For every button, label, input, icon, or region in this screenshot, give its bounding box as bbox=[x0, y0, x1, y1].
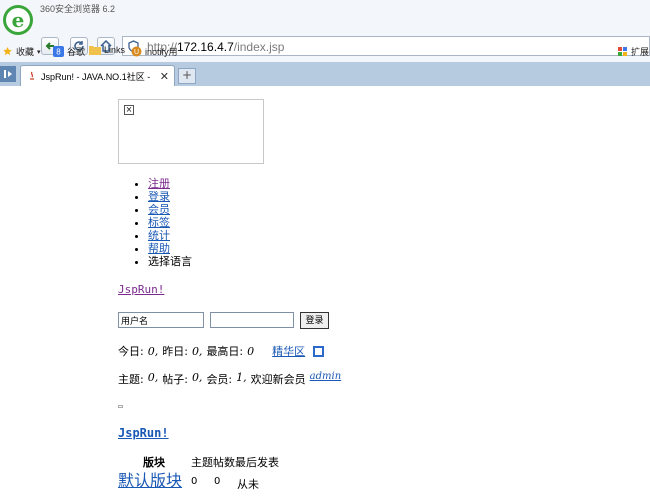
new-member-link[interactable]: admin bbox=[310, 371, 341, 387]
bookmark-favorites[interactable]: 收藏 ▾ bbox=[2, 45, 41, 58]
column-stats: 主题帖数最后发表 bbox=[191, 456, 279, 469]
brand-link[interactable]: JspRun! bbox=[118, 283, 164, 296]
login-submit-button[interactable]: 登录 bbox=[300, 312, 329, 329]
menu-item-tags: 标签 bbox=[148, 216, 192, 229]
app-title: 360安全浏览器 6.2 bbox=[40, 4, 116, 14]
max-day-value: 0 bbox=[247, 344, 255, 358]
page-content: × 注册 登录 会员 标签 统计 帮助 选择语言 JspRun! 登录 今日: … bbox=[0, 87, 650, 500]
bookmark-icon: U bbox=[131, 46, 142, 57]
menu-item-help: 帮助 bbox=[148, 242, 192, 255]
title-bar: e 360安全浏览器 6.2 bbox=[0, 0, 650, 35]
yesterday-value: 0, bbox=[191, 344, 203, 358]
bookmark-label: inotify用 bbox=[145, 47, 178, 57]
bookmark-label: 谷歌 bbox=[67, 47, 86, 57]
tab-title: JspRun! - JAVA.NO.1社区 - bbox=[41, 71, 151, 82]
posts-label: 帖子: bbox=[162, 373, 188, 386]
members-label: 会员: bbox=[206, 373, 233, 386]
tab-active[interactable]: JspRun! - JAVA.NO.1社区 - ✕ bbox=[20, 65, 175, 86]
members-value: 1, bbox=[236, 371, 247, 384]
bookmark-links[interactable]: Links bbox=[89, 45, 125, 55]
forum-topics-count: 0 bbox=[191, 476, 198, 487]
forum-stats: 主题: 0, 帖子: 0, 会员: 1, 欢迎新会员 admin bbox=[118, 371, 341, 387]
bookmark-label: 收藏 bbox=[16, 47, 35, 57]
menu-item-register: 注册 bbox=[148, 177, 192, 190]
posts-value: 0, bbox=[191, 371, 203, 384]
top-menu: 注册 登录 会员 标签 统计 帮助 选择语言 bbox=[130, 177, 192, 268]
menu-item-members: 会员 bbox=[148, 203, 192, 216]
forum-posts-count: 0 bbox=[214, 476, 221, 487]
small-broken-image bbox=[118, 405, 123, 408]
max-day-label: 最高日: bbox=[206, 345, 244, 358]
topics-label: 主题: bbox=[118, 373, 144, 386]
svg-text:U: U bbox=[134, 49, 139, 56]
bookmark-google[interactable]: 8 谷歌 bbox=[53, 45, 85, 58]
menu-item-language: 选择语言 bbox=[148, 255, 192, 268]
new-tab-button[interactable]: + bbox=[178, 68, 196, 84]
star-icon bbox=[3, 47, 12, 56]
password-input[interactable] bbox=[210, 312, 294, 328]
java-favicon-icon bbox=[30, 71, 34, 80]
forum-row: 默认版块 0 0 从未 bbox=[118, 467, 259, 491]
tags-link[interactable]: 标签 bbox=[148, 216, 170, 229]
brand-heading-link[interactable]: JspRun! bbox=[118, 426, 169, 440]
tab-bar: JspRun! - JAVA.NO.1社区 - ✕ + bbox=[0, 62, 650, 86]
site-logo-image: × bbox=[118, 99, 264, 164]
language-select-label[interactable]: 选择语言 bbox=[148, 255, 192, 268]
members-link[interactable]: 会员 bbox=[148, 203, 170, 216]
login-link[interactable]: 登录 bbox=[148, 190, 170, 203]
yesterday-label: 昨日: bbox=[162, 345, 188, 358]
menu-item-stats: 统计 bbox=[148, 229, 192, 242]
digest-link[interactable]: 精华区 bbox=[272, 343, 305, 359]
today-label: 今日: bbox=[118, 345, 144, 358]
bookmark-inotify[interactable]: U inotify用 bbox=[131, 45, 178, 58]
dropdown-arrow-icon: ▾ bbox=[37, 48, 41, 56]
menu-item-login: 登录 bbox=[148, 190, 192, 203]
stats-link[interactable]: 统计 bbox=[148, 229, 170, 242]
extensions-icon bbox=[618, 46, 627, 56]
bookmarks-bar: 收藏 ▾ 8 谷歌 Links U inotify用 扩展 bbox=[0, 42, 650, 62]
browser-chrome: e 360安全浏览器 6.2 http://172.16.4.7/index.j… bbox=[0, 0, 650, 86]
today-value: 0, bbox=[147, 344, 159, 358]
daily-stats: 今日: 0, 昨日: 0, 最高日: 0 精华区 bbox=[118, 343, 325, 359]
svg-text:8: 8 bbox=[56, 48, 61, 57]
forum-last-post: 从未 bbox=[237, 478, 259, 491]
sidebar-toggle-button[interactable] bbox=[0, 66, 16, 82]
nav-bar: http://172.16.4.7/index.jsp bbox=[0, 18, 650, 56]
bookmark-label: Links bbox=[104, 45, 126, 55]
extensions-label: 扩展 bbox=[631, 47, 650, 57]
google-icon: 8 bbox=[53, 46, 64, 57]
topics-value: 0, bbox=[147, 371, 159, 384]
username-input[interactable] bbox=[118, 312, 204, 328]
close-icon[interactable]: ✕ bbox=[160, 70, 169, 83]
folder-icon bbox=[89, 46, 101, 55]
sidebar-arrow-icon bbox=[4, 70, 12, 78]
broken-image-icon: × bbox=[124, 105, 134, 115]
welcome-label: 欢迎新会员 bbox=[250, 373, 306, 386]
register-link[interactable]: 注册 bbox=[148, 177, 170, 190]
square-icon[interactable] bbox=[313, 345, 325, 357]
extensions-button[interactable]: 扩展 bbox=[618, 45, 649, 58]
forum-name-link[interactable]: 默认版块 bbox=[118, 471, 182, 490]
help-link[interactable]: 帮助 bbox=[148, 242, 170, 255]
